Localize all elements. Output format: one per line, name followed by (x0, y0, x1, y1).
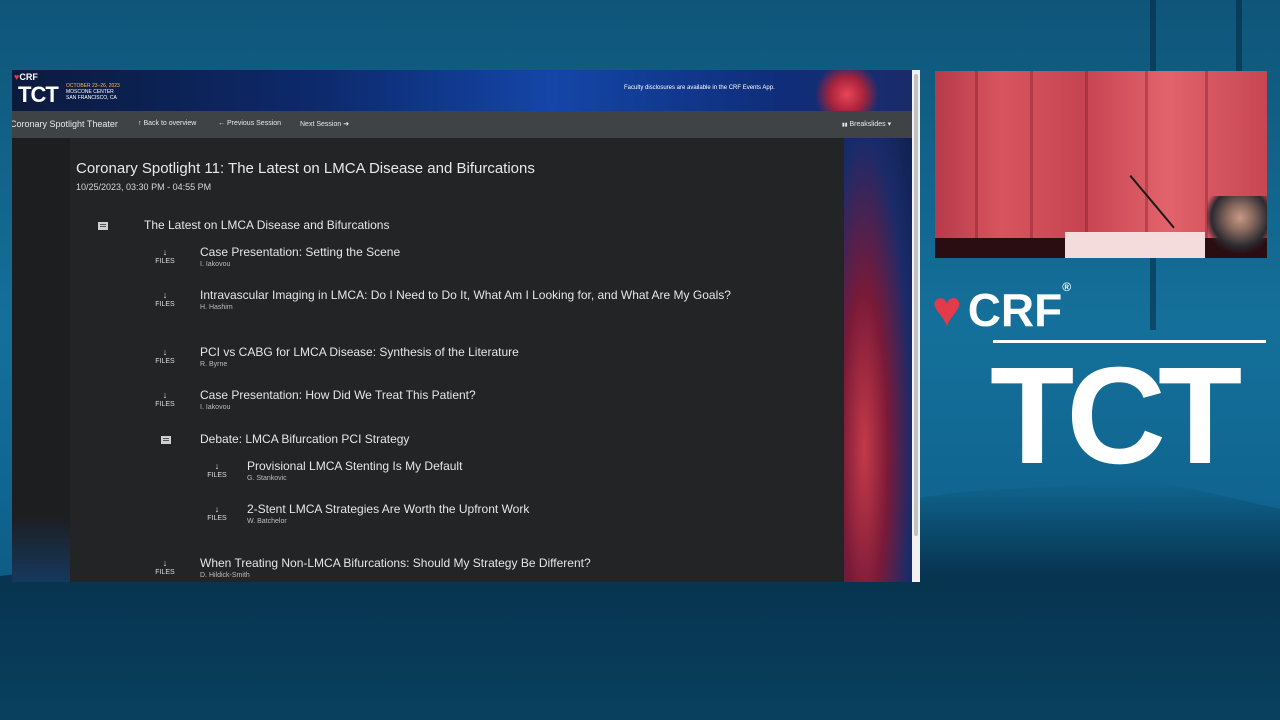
session-navbar: Coronary Spotlight Theater ↑ Back to ove… (12, 111, 912, 138)
debate-title-text: Debate: LMCA Bifurcation PCI Strategy (200, 432, 410, 446)
download-icon: ↓ (162, 290, 168, 300)
talk-speaker: D. Hildick-Smith (200, 572, 250, 579)
files-label: FILES (155, 258, 175, 265)
curtain-fold (1145, 71, 1148, 258)
files-label: FILES (207, 472, 227, 479)
speaker-person (1207, 196, 1267, 258)
list-item[interactable]: Case Presentation: Setting the Scene I. … (200, 245, 740, 268)
previous-label: Previous Session (226, 120, 282, 127)
files-download-button[interactable]: ↓ FILES (151, 559, 179, 577)
files-download-button[interactable]: ↓ FILES (151, 248, 179, 266)
session-browser: ♥CRF TCT OCTOBER 23–26, 2023 MOSCONE CEN… (12, 70, 920, 582)
next-session-link[interactable]: Next Session ➔ (300, 120, 349, 128)
podium (1065, 232, 1205, 258)
talk-title: PCI vs CABG for LMCA Disease: Synthesis … (200, 345, 519, 359)
back-to-overview-link[interactable]: ↑ Back to overview (138, 120, 196, 127)
talk-speaker: H. Hashim (200, 304, 233, 311)
caret-down-icon: ▾ (887, 121, 892, 128)
files-label: FILES (155, 401, 175, 408)
talk-title: Case Presentation: How Did We Treat This… (200, 388, 476, 402)
breakslides-dropdown[interactable]: ▮▮ Breakslides ▾ (842, 120, 891, 128)
event-banner: ♥CRF TCT OCTOBER 23–26, 2023 MOSCONE CEN… (12, 70, 912, 111)
columns-icon: ▮▮ (842, 122, 848, 128)
list-item[interactable]: Provisional LMCA Stenting Is My Default … (247, 459, 787, 482)
session-datetime: 10/25/2023, 03:30 PM - 04:55 PM (76, 182, 212, 192)
crf-heart-icon: ♥ (932, 281, 962, 337)
disclosure-text: Faculty disclosures are available in the… (624, 85, 775, 91)
list-item[interactable]: 2-Stent LMCA Strategies Are Worth the Up… (247, 502, 787, 525)
talk-speaker: I. Iakovou (200, 261, 231, 268)
speaker-video (935, 71, 1267, 258)
files-download-button[interactable]: ↓ FILES (203, 462, 231, 480)
talk-title: 2-Stent LMCA Strategies Are Worth the Up… (247, 502, 530, 516)
room-title: Coronary Spotlight Theater (12, 119, 118, 129)
banner-crf-logo: ♥CRF (14, 72, 38, 82)
curtain-fold (1030, 71, 1033, 258)
content-bg-left (12, 138, 70, 582)
content-bg-right (844, 138, 912, 582)
curtain-fold (1085, 71, 1088, 258)
talk-speaker: R. Byrne (200, 361, 228, 368)
talk-title: Intravascular Imaging in LMCA: Do I Need… (200, 288, 731, 302)
arrow-left-icon: ← (218, 120, 225, 127)
list-icon (98, 222, 108, 230)
crf-logo: ♥ CRF® (932, 280, 1071, 338)
download-icon: ↓ (162, 558, 168, 568)
event-info: OCTOBER 23–26, 2023 MOSCONE CENTER SAN F… (66, 83, 120, 101)
page-title: Coronary Spotlight 11: The Latest on LMC… (76, 160, 535, 177)
files-download-button[interactable]: ↓ FILES (203, 505, 231, 523)
microphone (1129, 175, 1175, 229)
download-icon: ↓ (214, 461, 220, 471)
curtain-fold (975, 71, 978, 258)
talk-title: Case Presentation: Setting the Scene (200, 245, 401, 259)
next-label: Next Session (300, 121, 342, 128)
list-item[interactable]: PCI vs CABG for LMCA Disease: Synthesis … (200, 345, 800, 368)
heart-graphic (812, 70, 882, 111)
download-icon: ↓ (162, 390, 168, 400)
breakslides-label: Breakslides (849, 121, 886, 128)
banner-tct-logo: TCT (18, 82, 59, 107)
back-label: Back to overview (143, 120, 197, 127)
list-item[interactable]: Intravascular Imaging in LMCA: Do I Need… (200, 288, 740, 311)
files-label: FILES (155, 358, 175, 365)
talk-speaker: G. Stankovic (247, 475, 287, 482)
download-icon: ↓ (214, 504, 220, 514)
tct-logo: TCT (990, 339, 1242, 493)
files-download-button[interactable]: ↓ FILES (151, 348, 179, 366)
list-item[interactable]: Case Presentation: How Did We Treat This… (200, 388, 800, 411)
arrow-up-icon: ↑ (138, 120, 142, 127)
download-icon: ↓ (162, 347, 168, 357)
debate-title: Debate: LMCA Bifurcation PCI Strategy (200, 432, 409, 446)
talk-title: Provisional LMCA Stenting Is My Default (247, 459, 463, 473)
crf-logo-text: CRF (967, 284, 1063, 336)
list-item[interactable]: When Treating Non-LMCA Bifurcations: Sho… (200, 556, 800, 579)
download-icon: ↓ (162, 247, 168, 257)
session-content: Coronary Spotlight 11: The Latest on LMC… (70, 138, 844, 582)
registered-mark: ® (1062, 280, 1072, 294)
files-label: FILES (155, 569, 175, 576)
files-label: FILES (155, 301, 175, 308)
scrollbar-thumb[interactable] (914, 74, 918, 536)
arrow-right-icon: ➔ (343, 121, 350, 128)
files-download-button[interactable]: ↓ FILES (151, 391, 179, 409)
session-group-title: The Latest on LMCA Disease and Bifurcati… (144, 218, 389, 232)
previous-session-link[interactable]: ← Previous Session (218, 120, 281, 127)
talk-speaker: I. Iakovou (200, 404, 231, 411)
talk-speaker: W. Batchelor (247, 518, 287, 525)
files-download-button[interactable]: ↓ FILES (151, 291, 179, 309)
event-city: SAN FRANCISCO, CA (66, 95, 117, 101)
list-icon (161, 436, 171, 444)
vertical-scrollbar[interactable] (912, 70, 920, 582)
group-title-text: The Latest on LMCA Disease and Bifurcati… (144, 218, 390, 232)
talk-title: When Treating Non-LMCA Bifurcations: Sho… (200, 556, 591, 570)
files-label: FILES (207, 515, 227, 522)
